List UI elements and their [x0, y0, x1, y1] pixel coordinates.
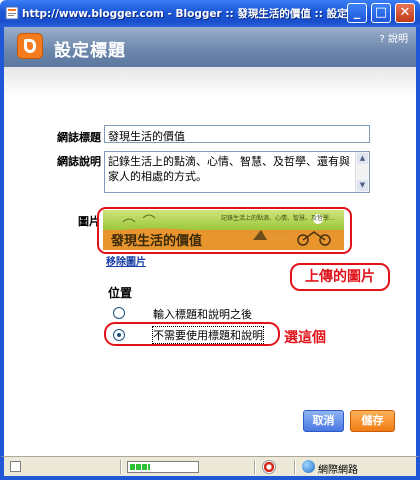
- blogger-logo-icon: [17, 33, 43, 59]
- page-status-icon: [10, 461, 21, 472]
- description-text: 記錄生活上的點滴、心情、智慧、及哲學、還有與家人的相處的方式。: [108, 155, 350, 183]
- maximize-button[interactable]: □: [371, 3, 391, 23]
- help-label: 說明: [388, 34, 408, 45]
- upload-highlight: [97, 207, 352, 254]
- popup-blocked-icon[interactable]: [262, 460, 276, 474]
- description-label: 網誌說明: [57, 155, 101, 168]
- radio-after-title-label[interactable]: 輸入標題和說明之後: [153, 306, 252, 322]
- remove-image-link[interactable]: 移除圖片: [106, 253, 146, 268]
- scroll-up-icon[interactable]: ▲: [357, 153, 368, 164]
- choose-callout: 選這個: [284, 330, 326, 346]
- description-textarea[interactable]: 記錄生活上的點滴、心情、智慧、及哲學、還有與家人的相處的方式。 ▲ ▼: [104, 151, 370, 193]
- page-icon: [5, 6, 19, 20]
- help-icon: ?: [379, 34, 385, 45]
- window-titlebar[interactable]: http://www.blogger.com - Blogger :: 發現生活…: [0, 0, 420, 27]
- minimize-button[interactable]: _: [347, 3, 367, 23]
- security-zone: 網際網路: [318, 465, 358, 476]
- status-bar: 網際網路: [0, 456, 420, 480]
- progress-fill: [130, 464, 150, 470]
- dialog-title: 設定標題: [54, 41, 126, 61]
- cancel-button[interactable]: 取消: [303, 410, 344, 432]
- position-title: 位置: [108, 286, 133, 300]
- close-button[interactable]: ✕: [395, 3, 415, 23]
- scroll-down-icon[interactable]: ▼: [357, 180, 368, 191]
- dialog-header: 設定標題 ? 說明: [4, 27, 416, 67]
- save-button[interactable]: 儲存: [350, 410, 395, 432]
- blog-title-input[interactable]: 發現生活的價值: [104, 125, 370, 143]
- blog-title-label: 網誌標題: [57, 131, 101, 144]
- progress-bar: [127, 461, 199, 473]
- radio-after-title[interactable]: [113, 307, 125, 319]
- choose-highlight: [104, 322, 280, 346]
- window-title: http://www.blogger.com - Blogger :: 發現生活…: [22, 8, 355, 20]
- upload-callout: 上傳的圖片: [290, 263, 390, 291]
- globe-icon: [302, 460, 315, 473]
- description-scrollbar[interactable]: ▲ ▼: [355, 152, 369, 192]
- help-link[interactable]: ? 說明: [380, 30, 409, 45]
